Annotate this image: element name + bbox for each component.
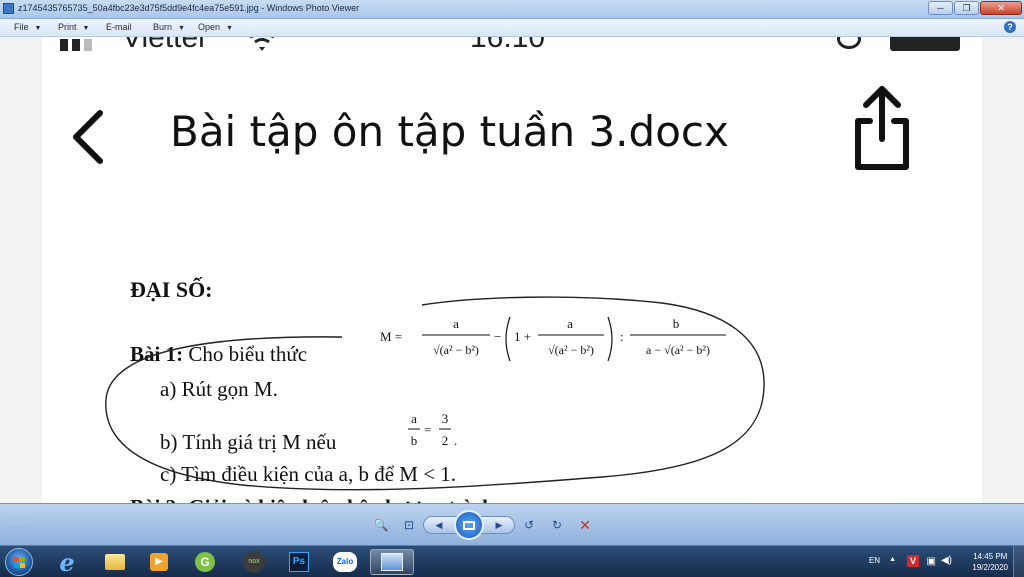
battery-icon [890, 37, 960, 51]
next-icon[interactable]: ▶ [490, 518, 508, 532]
condition-a: a [411, 411, 417, 426]
maximize-button[interactable]: ❐ [954, 1, 979, 15]
menu-print[interactable]: Print ▼ [58, 22, 89, 32]
back-chevron-icon [73, 110, 103, 164]
taskbar-photo-viewer[interactable] [370, 549, 414, 575]
photo-viewer-icon [381, 553, 403, 571]
phone-carrier: Viettel [122, 37, 205, 54]
wifi-icon [250, 37, 274, 51]
chevron-down-icon: ▼ [178, 25, 185, 32]
start-button[interactable] [5, 548, 33, 576]
condition-two: 2 [442, 433, 449, 448]
window-controls: ─ ❐ ✕ [927, 1, 1022, 16]
help-icon[interactable]: ? [1004, 21, 1016, 33]
volume-icon[interactable]: ◀) [941, 555, 952, 566]
media-player-icon: ▶ [150, 553, 168, 571]
formula-lhs: M = [380, 329, 402, 344]
control-bar-hint: · · · · · · · · · · · [8, 515, 32, 531]
condition-period: . [454, 433, 457, 448]
section-title: ĐẠI SỐ: [130, 277, 213, 302]
chevron-down-icon: ▼ [34, 25, 42, 32]
taskbar-zalo[interactable]: Zalo [323, 549, 367, 575]
green-app-icon: G [195, 552, 215, 572]
formula-divide: : [620, 329, 624, 344]
document-title: Bài tập ôn tập tuần 3.docx [170, 107, 729, 156]
orientation-lock-icon [837, 37, 861, 49]
fraction-2-denominator: √(a² − b²) [548, 343, 594, 357]
chevron-down-icon: ▼ [82, 25, 90, 32]
delete-icon[interactable]: ✕ [574, 514, 596, 536]
nox-icon: nox [243, 551, 265, 573]
rotate-clockwise-icon[interactable]: ↻ [546, 514, 568, 536]
internet-explorer-icon: e [59, 547, 75, 577]
previous-icon[interactable]: ◀ [430, 518, 448, 532]
exercise-1-part-b: b) Tính giá trị M nếu [160, 430, 337, 454]
language-indicator[interactable]: EN [869, 556, 880, 565]
formula-one-plus: 1 + [514, 329, 531, 344]
displayed-photo[interactable]: Viettel 16:10 Bài tập ôn tập tuần 3.docx… [42, 37, 982, 503]
rotate-counterclockwise-icon[interactable]: ↺ [518, 514, 540, 536]
condition-equals: = [424, 422, 431, 437]
chevron-down-icon: ▼ [226, 25, 233, 32]
exercise-1-part-c: c) Tìm điều kiện của a, b để M < 1. [160, 462, 457, 486]
actual-size-icon[interactable]: ⊡ [398, 514, 420, 536]
taskbar-file-explorer[interactable] [93, 549, 137, 575]
slideshow-icon [463, 520, 475, 530]
condition-b: b [411, 433, 418, 448]
taskbar-media-player[interactable]: ▶ [137, 549, 181, 575]
taskbar-nox[interactable]: nox [232, 549, 276, 575]
clock-time: 14:45 PM [973, 552, 1008, 561]
taskbar-clock[interactable]: 14:45 PM 19/2/2020 [972, 551, 1008, 573]
menu-open[interactable]: Open ▼ [198, 22, 233, 32]
zalo-icon: Zalo [333, 552, 357, 572]
show-desktop-button[interactable] [1013, 546, 1024, 577]
zoom-icon[interactable]: 🔍 [370, 514, 392, 536]
minimize-button[interactable]: ─ [928, 1, 953, 15]
photo-viewer-app-icon [3, 3, 14, 14]
taskbar-internet-explorer[interactable]: e [45, 547, 89, 577]
menu-burn[interactable]: Burn ▼ [153, 22, 185, 32]
show-hidden-icons-icon[interactable]: ▲ [889, 556, 896, 563]
fraction-1-numerator: a [453, 316, 459, 331]
network-icon[interactable]: ▣ [927, 556, 936, 567]
windows-logo-icon [14, 557, 19, 562]
part-b-condition: a b = 3 2 . [408, 411, 457, 448]
exercise-1-part-a: a) Rút gọn M. [160, 377, 278, 401]
slideshow-button[interactable] [454, 510, 484, 540]
clock-date: 19/2/2020 [972, 563, 1008, 572]
fraction-3-numerator: b [673, 316, 680, 331]
signal-strength-icon [60, 39, 104, 51]
window-title: z1745435765735_50a4fbc23e3d75f5dd9e4fc4e… [18, 3, 360, 13]
navigation-pill: ◀ ▶ [423, 510, 515, 540]
folder-icon [105, 554, 125, 570]
windows-taskbar: e ▶ G nox Ps Zalo EN ▲ V ▣ ◀) 14:45 PM 1… [0, 545, 1024, 577]
menu-email[interactable]: E-mail [106, 22, 132, 32]
taskbar-photoshop[interactable]: Ps [277, 549, 321, 575]
viewer-control-bar: · · · · · · · · · · · 🔍 ⊡ ◀ ▶ ↺ ↻ ✕ [0, 503, 1024, 546]
menu-bar: File ▼ Print ▼ E-mail Burn ▼ Open ▼ ? [0, 19, 1024, 37]
fraction-2-numerator: a [567, 316, 573, 331]
fraction-1-denominator: √(a² − b²) [433, 343, 479, 357]
phone-time: 16:10 [470, 37, 546, 54]
taskbar-green-app[interactable]: G [183, 549, 227, 575]
exercise-2-heading-partial: Bài 2: Giải và biện luận hệ phương trình [130, 495, 494, 503]
photoshop-icon: Ps [289, 552, 309, 572]
menu-file[interactable]: File ▼ [14, 22, 41, 32]
close-button[interactable]: ✕ [980, 1, 1022, 15]
fraction-3-denominator: a − √(a² − b²) [646, 343, 710, 357]
exercise-1-heading: Bài 1: Cho biểu thức [130, 342, 308, 366]
share-icon [855, 86, 909, 170]
unikey-icon[interactable]: V [907, 555, 919, 567]
expression-m-formula: M = a √(a² − b²) − 1 + a √(a² − b²) : b … [380, 316, 726, 362]
window-title-bar[interactable]: z1745435765735_50a4fbc23e3d75f5dd9e4fc4e… [0, 0, 1024, 19]
formula-minus: − [494, 329, 501, 344]
condition-three: 3 [442, 411, 449, 426]
viewer-controls: 🔍 ⊡ ◀ ▶ ↺ ↻ ✕ [367, 510, 599, 540]
